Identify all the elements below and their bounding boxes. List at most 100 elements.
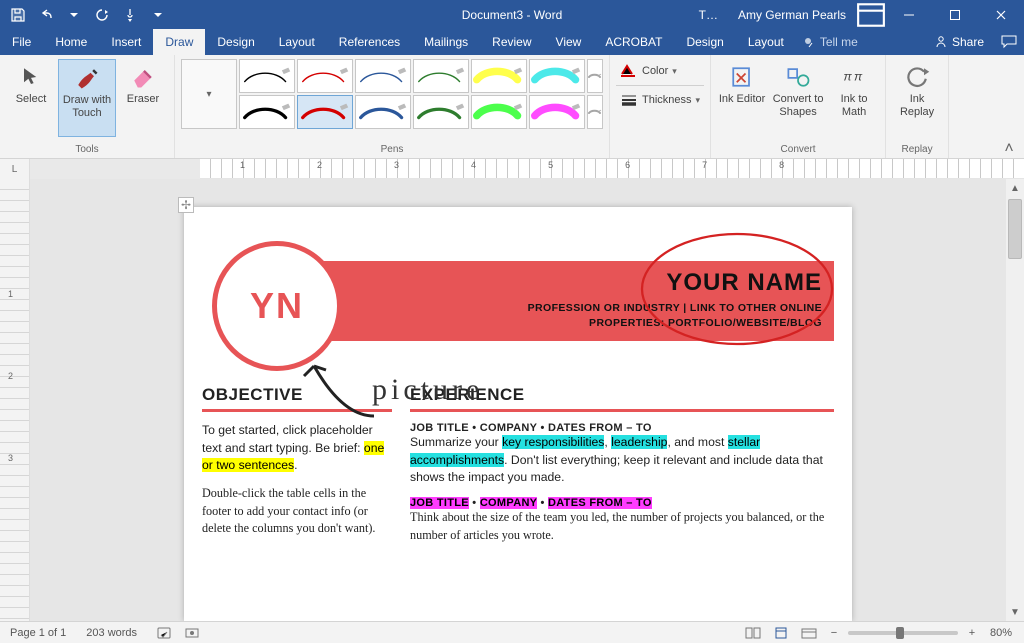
ink-text-annotation: picture: [372, 373, 483, 407]
tab-layout[interactable]: Layout: [267, 29, 327, 55]
job2-title-line[interactable]: JOB TITLE • COMPANY • DATES FROM – TO: [410, 497, 834, 509]
pen-swatch[interactable]: [529, 95, 585, 129]
status-page[interactable]: Page 1 of 1: [0, 627, 76, 639]
comments-icon[interactable]: [994, 29, 1024, 55]
tell-me-search[interactable]: Tell me: [802, 29, 858, 55]
zoom-level[interactable]: 80%: [986, 627, 1016, 639]
qat-customize-icon[interactable]: [144, 1, 172, 29]
ribbon-tabs: File Home Insert Draw Design Layout Refe…: [0, 29, 1024, 55]
window-close-button[interactable]: [978, 0, 1024, 29]
header-band[interactable]: YOUR NAME PROFESSION OR INDUSTRY | LINK …: [312, 261, 834, 341]
horizontal-ruler[interactable]: L 12345678: [0, 159, 1024, 179]
ribbon-display-options-icon[interactable]: [856, 0, 886, 29]
scroll-thumb[interactable]: [1008, 199, 1022, 259]
pen-swatch[interactable]: [471, 59, 527, 93]
pen-swatch[interactable]: [529, 59, 585, 93]
window-maximize-button[interactable]: [932, 0, 978, 29]
quick-access-toolbar: [0, 1, 172, 29]
zoom-in-button[interactable]: +: [964, 627, 980, 639]
group-tools: Select Draw with Touch Eraser Tools: [0, 55, 175, 158]
read-mode-icon[interactable]: [742, 624, 764, 642]
window-minimize-button[interactable]: [886, 0, 932, 29]
tab-mailings[interactable]: Mailings: [412, 29, 480, 55]
table-anchor-icon[interactable]: ✢: [178, 197, 194, 213]
tab-view[interactable]: View: [544, 29, 594, 55]
initials-circle[interactable]: YN: [212, 241, 342, 371]
draw-with-touch-button[interactable]: Draw with Touch: [58, 59, 116, 137]
ruler-corner: L: [0, 159, 30, 179]
pen-swatch[interactable]: [413, 95, 469, 129]
group-label-pens: Pens: [181, 142, 603, 158]
zoom-slider[interactable]: [848, 631, 958, 635]
user-name[interactable]: Amy German Pearls: [728, 8, 856, 22]
group-label-tools: Tools: [6, 142, 168, 158]
undo-icon[interactable]: [32, 1, 60, 29]
pen-color-dropdown[interactable]: Color▾: [616, 63, 704, 79]
title-bar: Document3 - Word T… Amy German Pearls: [0, 0, 1024, 29]
ink-editor-button[interactable]: Ink Editor: [717, 59, 767, 137]
svg-text:π: π: [844, 70, 853, 84]
job1-desc[interactable]: Summarize your key responsibilities, lea…: [410, 434, 834, 487]
page-area[interactable]: ✢ YOUR NAME PROFESSION OR INDUSTRY | LIN…: [30, 179, 1006, 621]
status-word-count[interactable]: 203 words: [76, 627, 147, 639]
group-convert: Ink Editor Convert to Shapes ππ Ink to M…: [711, 55, 886, 158]
pen-swatch[interactable]: [587, 59, 603, 93]
print-layout-icon[interactable]: [770, 624, 792, 642]
pen-swatch[interactable]: [239, 59, 295, 93]
select-button[interactable]: Select: [6, 59, 56, 137]
ink-replay-button[interactable]: Ink Replay: [892, 59, 942, 137]
job2-desc[interactable]: Think about the size of the team you led…: [410, 509, 834, 544]
ink-to-math-button[interactable]: ππ Ink to Math: [829, 59, 879, 137]
vertical-ruler[interactable]: 123: [0, 179, 30, 621]
objective-p1[interactable]: To get started, click placeholder text a…: [202, 422, 392, 475]
share-button[interactable]: Share: [924, 29, 994, 55]
objective-p2[interactable]: Double-click the table cells in the foot…: [202, 485, 392, 538]
tab-review[interactable]: Review: [480, 29, 543, 55]
save-icon[interactable]: [4, 1, 32, 29]
page[interactable]: ✢ YOUR NAME PROFESSION OR INDUSTRY | LIN…: [184, 207, 852, 621]
tab-table-design[interactable]: Design: [674, 29, 735, 55]
undo-more-icon[interactable]: [60, 1, 88, 29]
touch-mode-icon[interactable]: [116, 1, 144, 29]
document-workspace: 123 ✢ YOUR NAME PROFESSION OR INDUSTRY |…: [0, 179, 1024, 621]
svg-text:π: π: [854, 70, 863, 84]
zoom-out-button[interactable]: −: [826, 627, 842, 639]
tab-acrobat[interactable]: ACROBAT: [593, 29, 674, 55]
status-bar: Page 1 of 1 203 words − + 80%: [0, 621, 1024, 643]
ribbon-draw: Select Draw with Touch Eraser Tools ▾ Pe…: [0, 55, 1024, 159]
pen-swatch[interactable]: [413, 59, 469, 93]
pen-thickness-dropdown[interactable]: Thickness▾: [616, 92, 704, 108]
tab-file[interactable]: File: [0, 29, 43, 55]
pen-swatch[interactable]: [587, 95, 603, 129]
vertical-scrollbar[interactable]: ▲ ▼: [1006, 179, 1024, 621]
tab-insert[interactable]: Insert: [99, 29, 153, 55]
redo-icon[interactable]: [88, 1, 116, 29]
group-replay: Ink Replay Replay: [886, 55, 949, 158]
spelling-status-icon[interactable]: [153, 624, 175, 642]
objective-heading[interactable]: OBJECTIVE: [202, 385, 392, 405]
job1-title-line[interactable]: JOB TITLE • COMPANY • DATES FROM – TO: [410, 422, 834, 434]
tab-references[interactable]: References: [327, 29, 412, 55]
scroll-up-icon[interactable]: ▲: [1006, 179, 1024, 197]
pen-swatch[interactable]: [239, 95, 295, 129]
convert-to-shapes-button[interactable]: Convert to Shapes: [769, 59, 827, 137]
pen-swatch[interactable]: [297, 95, 353, 129]
pen-swatch[interactable]: [297, 59, 353, 93]
tab-draw[interactable]: Draw: [153, 29, 205, 55]
tab-table-layout[interactable]: Layout: [736, 29, 796, 55]
pen-swatch[interactable]: [355, 59, 411, 93]
scroll-down-icon[interactable]: ▼: [1006, 603, 1024, 621]
group-pens: ▾ Pens: [175, 55, 610, 158]
pen-gallery-more[interactable]: ▾: [181, 59, 237, 129]
macro-status-icon[interactable]: [181, 624, 203, 642]
collapse-ribbon-icon[interactable]: ˄: [1000, 140, 1018, 158]
tab-design[interactable]: Design: [205, 29, 266, 55]
user-name-truncated[interactable]: T…: [689, 8, 728, 22]
eraser-button[interactable]: Eraser: [118, 59, 168, 137]
tab-home[interactable]: Home: [43, 29, 99, 55]
subtitle[interactable]: PROFESSION OR INDUSTRY | LINK TO OTHER O…: [528, 301, 822, 330]
web-layout-icon[interactable]: [798, 624, 820, 642]
pen-swatch[interactable]: [471, 95, 527, 129]
name-heading[interactable]: YOUR NAME: [666, 269, 822, 297]
pen-swatch[interactable]: [355, 95, 411, 129]
